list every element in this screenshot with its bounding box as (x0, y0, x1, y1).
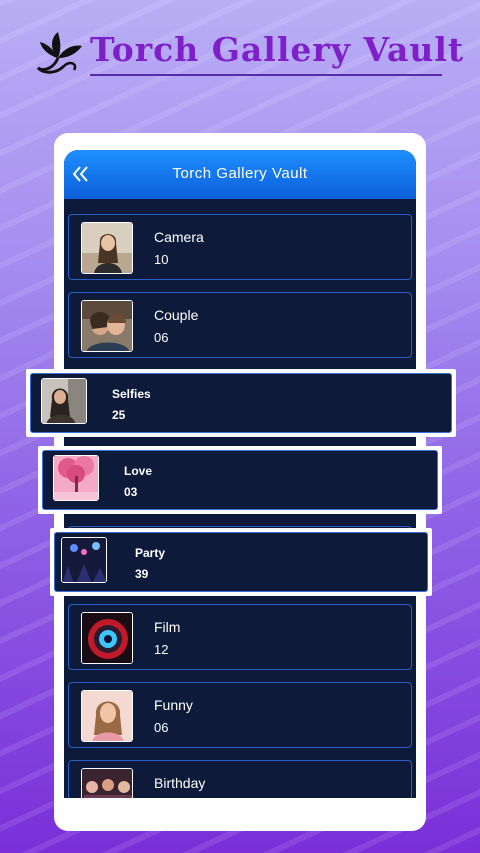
album-name: Couple (154, 307, 199, 323)
album-thumbnail (81, 768, 133, 798)
album-thumbnail (41, 378, 87, 424)
banner-underline (90, 74, 442, 76)
album-thumbnail (81, 300, 133, 352)
app-bar: Torch Gallery Vault (64, 150, 416, 199)
album-popout-selfies[interactable]: Selfies 25 (26, 369, 456, 437)
album-count: 03 (124, 485, 138, 499)
album-thumbnail (53, 455, 99, 501)
album-name: Selfies (112, 387, 151, 401)
album-item-camera[interactable]: Camera 10 (68, 214, 412, 280)
promo-banner: Torch Gallery Vault (34, 28, 463, 84)
album-count: 25 (112, 408, 126, 422)
album-item-couple[interactable]: Couple 06 (68, 292, 412, 358)
album-popout-party[interactable]: Party 39 (50, 528, 432, 596)
album-count: 10 (154, 252, 169, 267)
album-name: Camera (154, 229, 204, 245)
album-thumbnail (81, 222, 133, 274)
album-count: 06 (154, 720, 169, 735)
album-thumbnail (61, 537, 107, 583)
album-count: 39 (135, 567, 149, 581)
popout-card: Party 39 (54, 532, 428, 592)
popout-card: Selfies 25 (30, 373, 452, 433)
flower-swirl-icon (36, 32, 82, 74)
album-popout-love[interactable]: Love 03 (38, 446, 442, 514)
album-count: 12 (154, 642, 169, 657)
popout-card: Love 03 (42, 450, 438, 510)
album-count: 06 (154, 330, 169, 345)
album-thumbnail (81, 612, 133, 664)
album-thumbnail (81, 690, 133, 742)
banner-title: Torch Gallery Vault (90, 30, 465, 69)
album-name: Film (154, 619, 181, 635)
album-name: Funny (154, 697, 193, 713)
album-item-funny[interactable]: Funny 06 (68, 682, 412, 748)
app-title: Torch Gallery Vault (172, 165, 308, 182)
album-name: Party (135, 546, 166, 560)
album-name: Birthday (154, 775, 206, 791)
album-name: Love (124, 464, 153, 478)
album-item-birthday[interactable]: Birthday (68, 760, 412, 798)
album-item-film[interactable]: Film 12 (68, 604, 412, 670)
